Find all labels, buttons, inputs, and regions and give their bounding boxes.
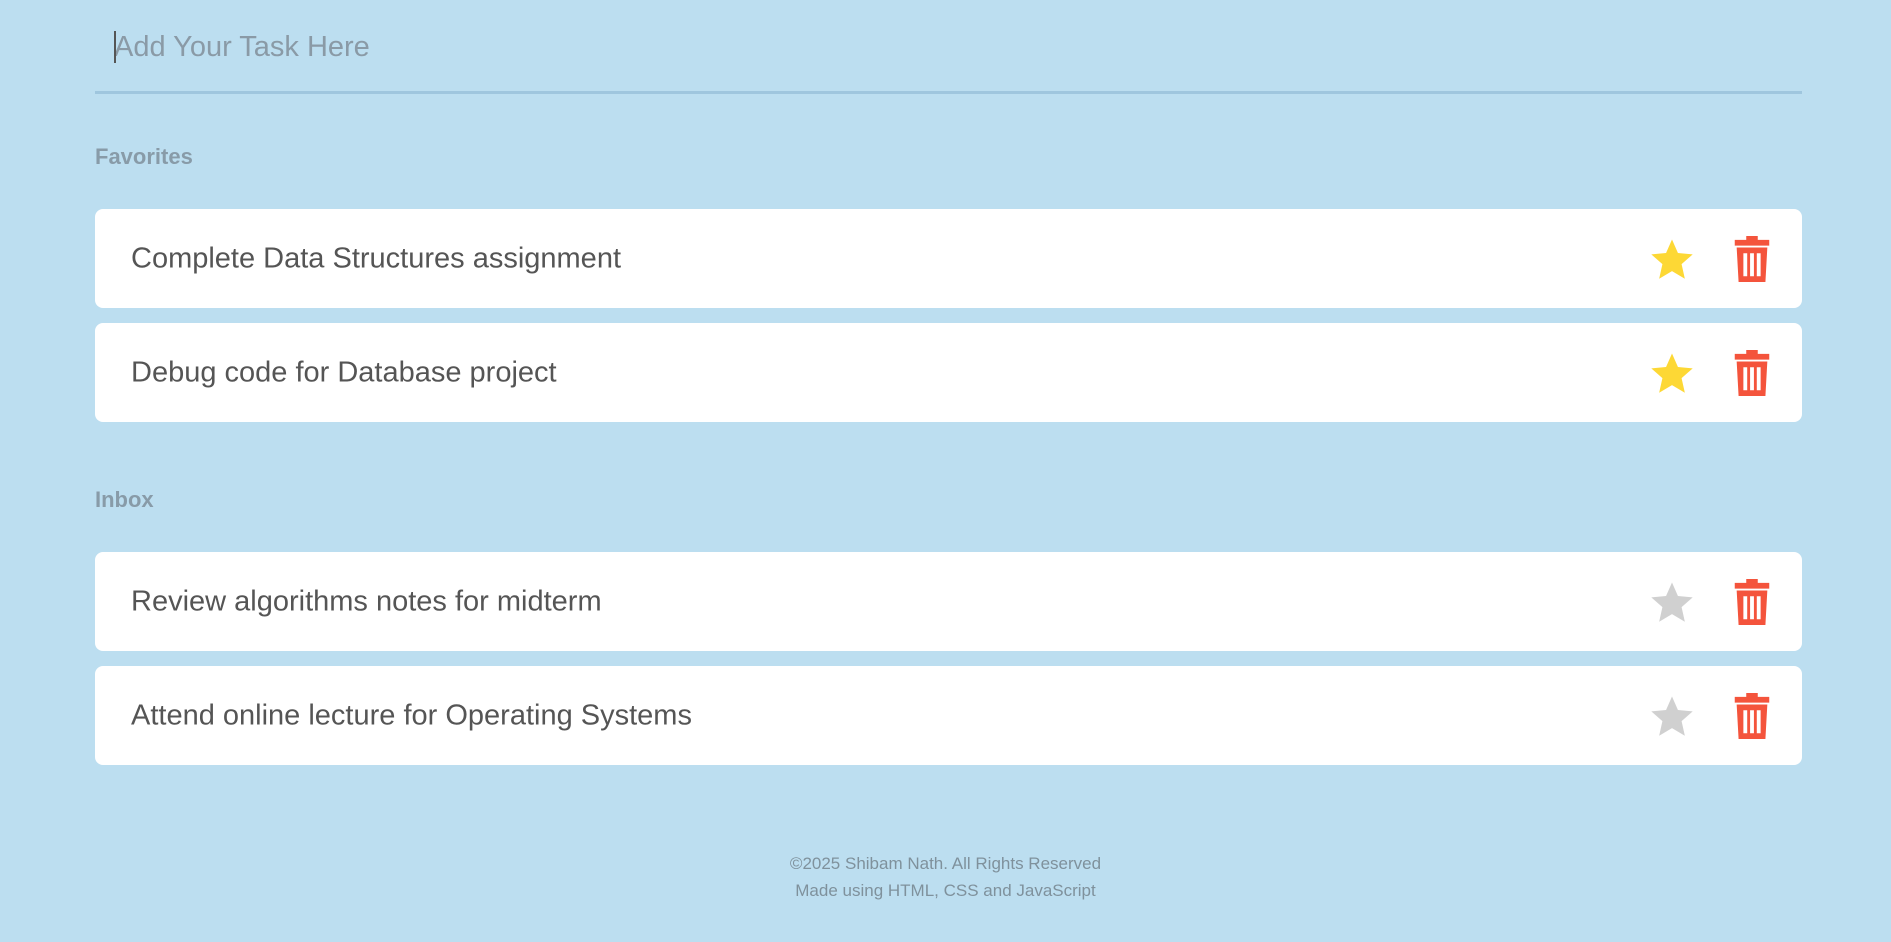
inbox-list: Review algorithms notes for midterm Atte…	[95, 552, 1802, 780]
trash-icon	[1734, 693, 1770, 739]
delete-button[interactable]	[1734, 693, 1770, 739]
star-icon	[1651, 353, 1693, 393]
task-item: Complete Data Structures assignment	[95, 209, 1802, 308]
delete-button[interactable]	[1734, 236, 1770, 282]
task-input[interactable]	[95, 22, 1802, 72]
favorite-toggle-button[interactable]	[1648, 236, 1696, 282]
favorites-list: Complete Data Structures assignment Debu…	[95, 209, 1802, 437]
text-caret	[114, 31, 116, 63]
task-text: Complete Data Structures assignment	[131, 242, 621, 274]
footer-credits: Made using HTML, CSS and JavaScript	[795, 881, 1096, 900]
star-icon	[1651, 582, 1693, 622]
task-text: Review algorithms notes for midterm	[131, 585, 602, 617]
favorites-heading: Favorites	[95, 144, 193, 169]
delete-button[interactable]	[1734, 350, 1770, 396]
favorite-toggle-button[interactable]	[1648, 579, 1696, 625]
star-icon	[1651, 696, 1693, 736]
favorite-toggle-button[interactable]	[1648, 693, 1696, 739]
task-text: Attend online lecture for Operating Syst…	[131, 699, 692, 731]
trash-icon	[1734, 579, 1770, 625]
task-item: Review algorithms notes for midterm	[95, 552, 1802, 651]
task-item: Attend online lecture for Operating Syst…	[95, 666, 1802, 765]
trash-icon	[1734, 350, 1770, 396]
favorite-toggle-button[interactable]	[1648, 350, 1696, 396]
task-item: Debug code for Database project	[95, 323, 1802, 422]
delete-button[interactable]	[1734, 579, 1770, 625]
app-container: Favorites Complete Data Structures assig…	[95, 0, 1802, 765]
star-icon	[1651, 239, 1693, 279]
inbox-heading: Inbox	[95, 487, 154, 512]
footer: ©2025 Shibam Nath. All Rights Reserved M…	[0, 850, 1891, 904]
footer-copyright: ©2025 Shibam Nath. All Rights Reserved	[789, 854, 1102, 873]
trash-icon	[1734, 236, 1770, 282]
task-input-wrapper	[95, 0, 1802, 94]
task-text: Debug code for Database project	[131, 356, 557, 388]
